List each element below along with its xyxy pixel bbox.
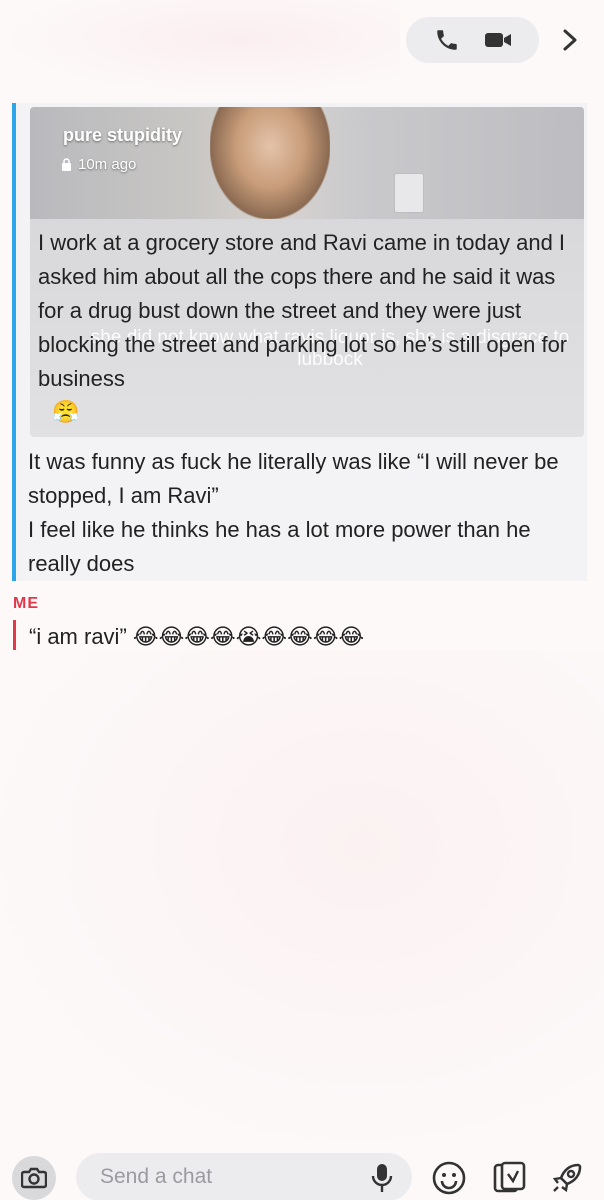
me-sender-label: ME — [13, 595, 39, 612]
story-title: pure stupidity — [63, 125, 183, 145]
shared-story-card[interactable]: pure stupidity 10m ago she did not know … — [30, 107, 584, 437]
story-emoji: 😤 — [52, 399, 80, 424]
story-person-photo — [210, 107, 330, 219]
video-camera-icon[interactable] — [480, 22, 516, 58]
lock-icon — [62, 158, 71, 171]
sticker-icon[interactable] — [490, 1159, 528, 1197]
partner-message-block: pure stupidity 10m ago she did not know … — [12, 103, 587, 581]
story-timestamp: 10m ago — [61, 156, 136, 173]
chat-composer — [0, 1145, 604, 1200]
chevron-right-icon[interactable] — [550, 20, 590, 60]
redacted-content-area — [0, 650, 604, 1140]
story-text: I work at a grocery store and Ravi came … — [38, 230, 568, 391]
partner-message-text: It was funny as fuck he literally was li… — [28, 449, 559, 576]
me-message-text: “i am ravi” 😂😂😂😂😭😂😂😂😂 — [13, 620, 364, 654]
call-actions-pill — [406, 17, 539, 63]
story-time-text: 10m ago — [78, 156, 137, 173]
redacted-header-area — [0, 0, 400, 95]
rocket-icon[interactable] — [548, 1159, 586, 1197]
phone-icon[interactable] — [429, 22, 465, 58]
camera-icon[interactable] — [12, 1156, 56, 1200]
smiley-icon[interactable] — [430, 1159, 468, 1197]
microphone-icon[interactable] — [370, 1162, 394, 1194]
send-chat-input[interactable] — [76, 1153, 412, 1200]
wall-outlet — [394, 173, 424, 213]
